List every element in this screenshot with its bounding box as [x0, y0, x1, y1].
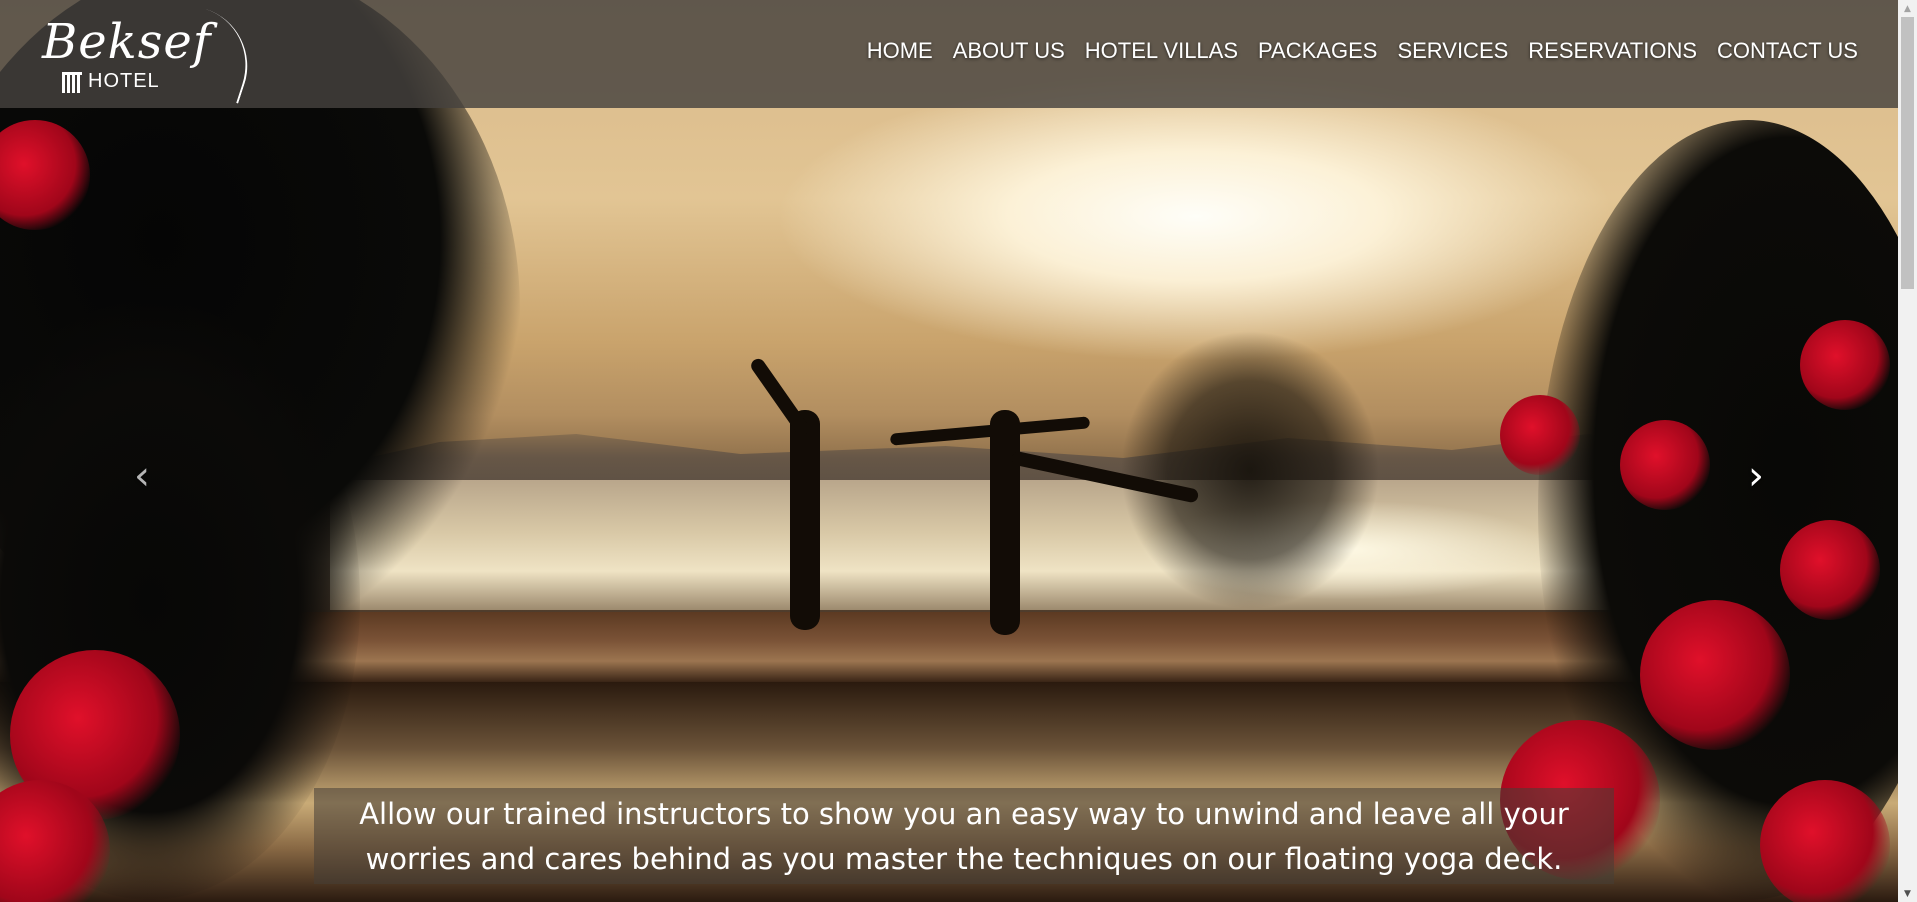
carousel-prev-button[interactable]: ‹ [122, 453, 162, 499]
red-flower [1640, 600, 1790, 750]
nav-contact-us[interactable]: CONTACT US [1707, 38, 1868, 64]
nav-packages[interactable]: PACKAGES [1248, 38, 1387, 64]
yoga-figure-right [990, 410, 1020, 635]
yoga-figure-left-leg [748, 356, 812, 438]
hotel-logo[interactable]: Beksef HOTEL [40, 8, 263, 104]
nav-about-us[interactable]: ABOUT US [943, 38, 1075, 64]
caption-line: Allow our trained instructors to show yo… [359, 797, 1569, 831]
scroll-down-arrow-icon[interactable]: ▼ [1898, 885, 1917, 902]
nav-services[interactable]: SERVICES [1387, 38, 1518, 64]
red-flower [1800, 320, 1890, 410]
red-flower [1620, 420, 1710, 510]
nav-home[interactable]: HOME [857, 38, 943, 64]
red-flower [1500, 395, 1580, 475]
red-flower [1760, 780, 1890, 902]
main-nav: HOME ABOUT US HOTEL VILLAS PACKAGES SERV… [857, 38, 1868, 64]
chevron-left-icon: ‹ [134, 453, 150, 499]
red-flower [1780, 520, 1880, 620]
carousel-caption: Allow our trained instructors to show yo… [314, 788, 1614, 884]
logo-subtitle: HOTEL [88, 70, 160, 92]
scroll-up-arrow-icon[interactable]: ▲ [1898, 0, 1917, 17]
tree-silhouette [1120, 330, 1380, 610]
building-icon [62, 72, 82, 93]
yoga-figure-left [790, 410, 820, 630]
page-scrollbar[interactable]: ▲ ▼ [1898, 0, 1917, 902]
site-header: Beksef HOTEL HOME ABOUT US HOTEL VILLAS … [0, 0, 1898, 108]
logo-script-text: Beksef [42, 14, 212, 70]
scrollbar-thumb[interactable] [1901, 17, 1914, 289]
caption-line: worries and cares behind as you master t… [365, 842, 1563, 876]
hero-image [0, 0, 1898, 902]
chevron-right-icon: › [1748, 453, 1764, 499]
nav-hotel-villas[interactable]: HOTEL VILLAS [1075, 38, 1248, 64]
carousel-next-button[interactable]: › [1736, 453, 1776, 499]
nav-reservations[interactable]: RESERVATIONS [1518, 38, 1707, 64]
